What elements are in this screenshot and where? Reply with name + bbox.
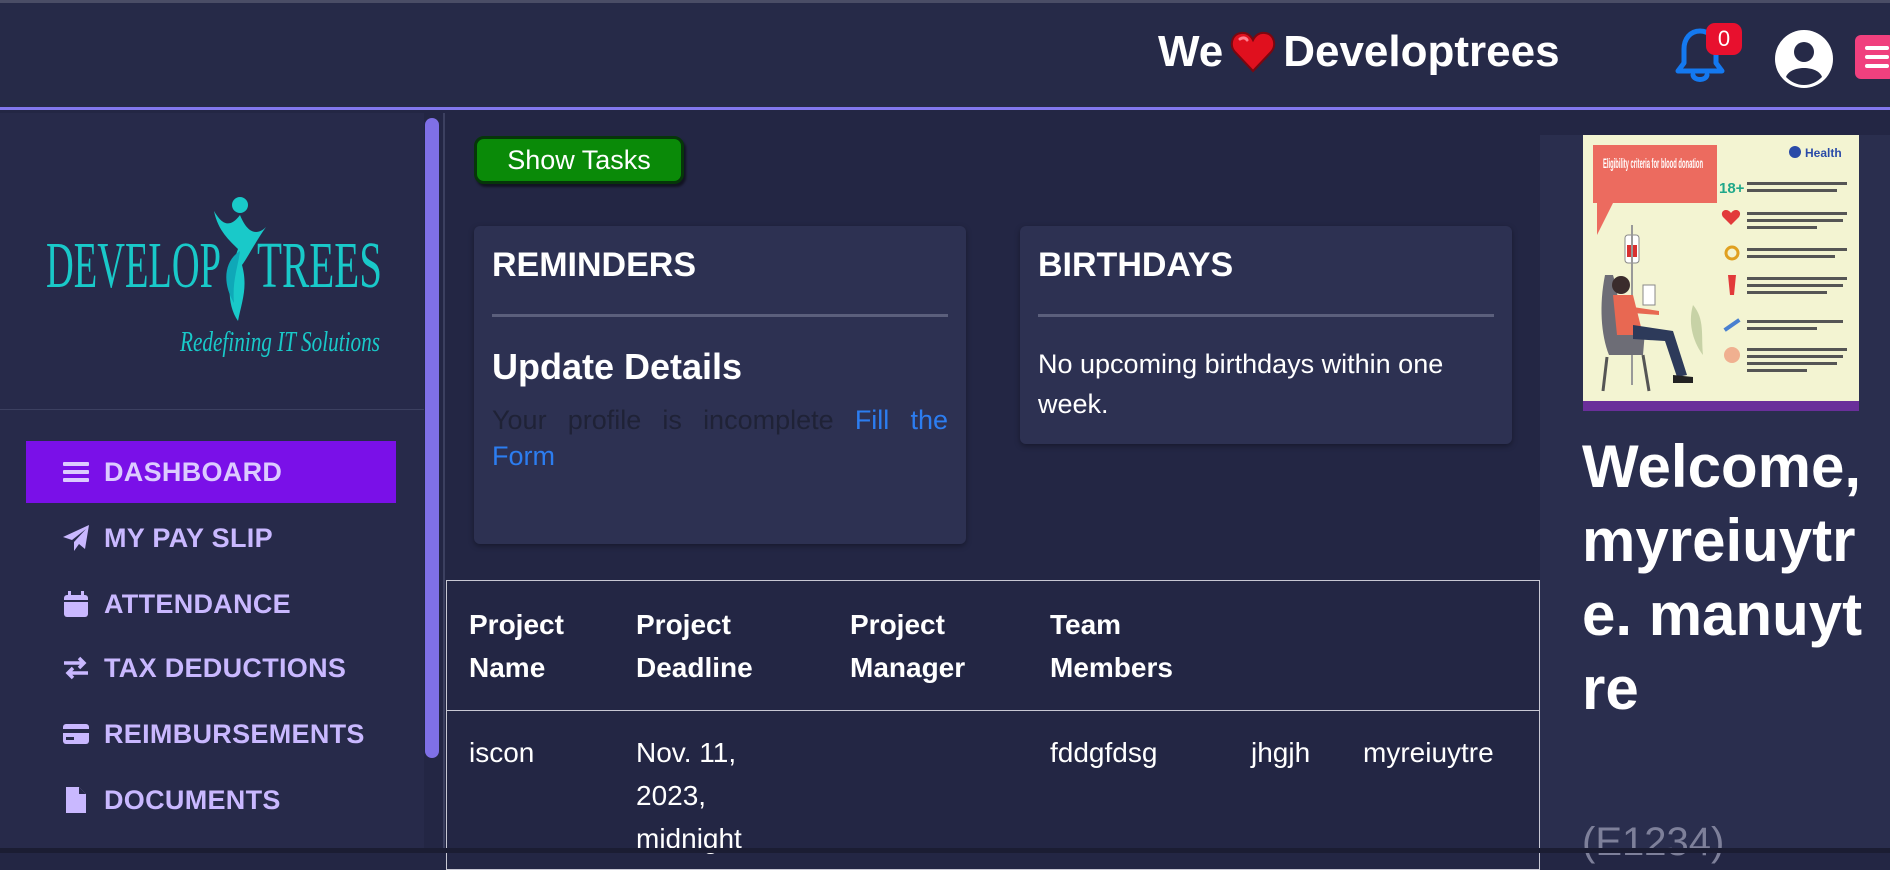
brand-tagline: We Developtrees — [1158, 27, 1560, 77]
sidebar-item-reimbursements[interactable]: REIMBURSEMENTS — [26, 703, 396, 765]
sidebar-item-label: DOCUMENTS — [104, 784, 281, 815]
svg-text:DEVELOP: DEVELOP — [46, 229, 221, 302]
projects-table: Project Name Project Deadline Project Ma… — [446, 580, 1540, 870]
team-member: jhgjh — [1251, 737, 1311, 768]
team-member: myreiuytre — [1363, 737, 1494, 768]
project-name-cell: iscon — [469, 737, 535, 768]
paper-plane-icon — [63, 525, 89, 551]
col-header-project-deadline: Project Deadline — [636, 609, 753, 683]
show-tasks-button[interactable]: Show Tasks — [474, 136, 684, 184]
reminders-title: REMINDERS — [492, 246, 697, 284]
sidebar-item-label: MY PAY SLIP — [104, 522, 273, 553]
team-member: fddgfdsg — [1050, 737, 1158, 768]
birthdays-title: BIRTHDAYS — [1038, 246, 1234, 284]
table-header-divider — [447, 710, 1539, 711]
calendar-icon — [64, 591, 88, 617]
reminders-card: REMINDERS Update Details Your profile is… — [474, 226, 966, 544]
sidebar-item-label: ATTENDANCE — [104, 588, 291, 619]
user-avatar-icon[interactable] — [1774, 29, 1834, 89]
menu-toggle-button[interactable] — [1855, 35, 1890, 79]
birthdays-divider — [1038, 314, 1494, 317]
developtrees-logo: DEVELOP TREES Redefining IT Solutions — [46, 197, 382, 358]
sidebar-item-label: DASHBOARD — [104, 456, 283, 487]
sidebar-item-label: TAX DEDUCTIONS — [104, 652, 347, 683]
reminder-message: Your profile is incomplete — [492, 405, 834, 435]
sidebar-scrollbar-thumb[interactable] — [425, 118, 439, 758]
sidebar-item-tax-deductions[interactable]: TAX DEDUCTIONS — [26, 637, 396, 699]
welcome-message: Welcome, myreiuytre. manuytre — [1582, 433, 1863, 722]
notification-badge: 0 — [1706, 23, 1742, 55]
sidebar-item-dashboard[interactable]: DASHBOARD — [26, 441, 396, 503]
svg-text:Redefining IT Solutions: Redefining IT Solutions — [179, 327, 380, 358]
brand-name: Developtrees — [1283, 27, 1560, 76]
sidebar-item-attendance[interactable]: ATTENDANCE — [26, 573, 396, 635]
poster-age: 18+ — [1719, 180, 1745, 197]
poster-brand: Health — [1805, 146, 1842, 160]
employee-id: (E1234) — [1582, 820, 1725, 864]
bottom-scrollbar[interactable] — [0, 848, 1890, 853]
credit-card-icon — [63, 724, 89, 744]
profile-incomplete-text: Your profile is incomplete Fill the Form — [492, 402, 948, 474]
bars-icon — [63, 462, 89, 482]
sidebar-item-label: REIMBURSEMENTS — [104, 718, 365, 749]
sidebar-divider — [0, 409, 424, 410]
heart-icon — [1231, 31, 1276, 73]
col-header-project-name: Project Name — [469, 609, 564, 683]
exchange-icon — [64, 656, 88, 680]
reminders-divider — [492, 314, 948, 317]
svg-text:TREES: TREES — [257, 229, 382, 302]
brand-prefix: We — [1158, 27, 1224, 76]
poster-title: Eligibility criteria for blood donation — [1603, 155, 1703, 171]
col-header-team-members: Team Members — [1050, 609, 1173, 683]
birthdays-card: BIRTHDAYS No upcoming birthdays within o… — [1020, 226, 1512, 444]
update-details-heading: Update Details — [492, 346, 743, 387]
blood-donation-poster: Eligibility criteria for blood donation … — [1583, 135, 1859, 411]
project-deadline-cell: Nov. 11, 2023, midnight — [636, 737, 742, 854]
sidebar-item-my-pay-slip[interactable]: MY PAY SLIP — [26, 507, 396, 569]
birthdays-message: No upcoming birthdays within one week. — [1038, 349, 1444, 419]
content-divider — [443, 113, 445, 853]
col-header-project-manager: Project Manager — [850, 609, 966, 683]
sidebar-item-documents[interactable]: DOCUMENTS — [26, 769, 396, 831]
top-navbar: We Developtrees 0 — [0, 0, 1890, 110]
file-icon — [66, 787, 86, 813]
